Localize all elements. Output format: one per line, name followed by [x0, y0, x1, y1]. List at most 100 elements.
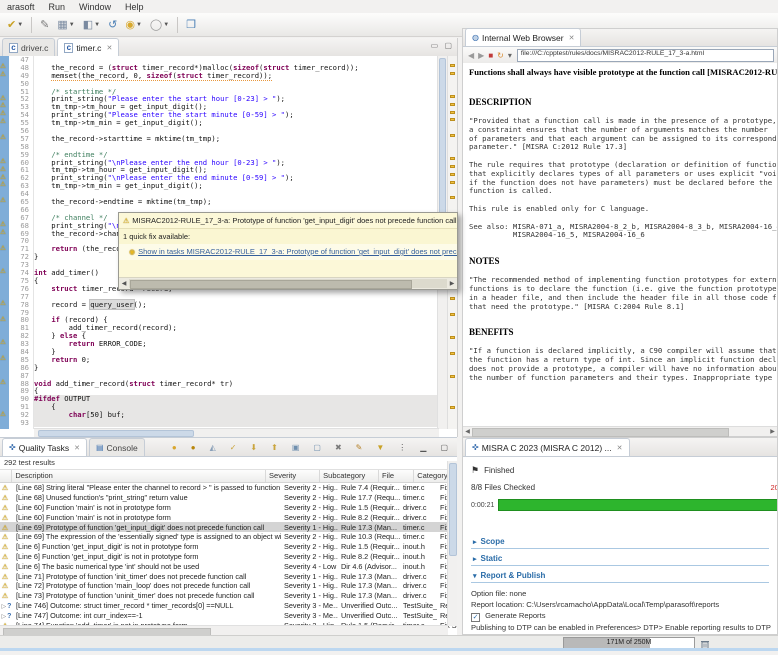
analyze-icon[interactable]: ▦ ▼	[54, 15, 77, 35]
overview-warning-mark[interactable]	[450, 103, 455, 106]
quickfix-icon[interactable]: ✓	[225, 440, 242, 454]
fix-all-icon[interactable]: ●	[186, 440, 201, 454]
code-line[interactable]: memset(the_record, 0, sizeof(struct time…	[34, 70, 437, 81]
scroll-right-icon[interactable]: ▶	[447, 280, 457, 287]
tab-timer-c[interactable]: c timer.c ✕	[57, 38, 120, 56]
task-row[interactable]: ⚠ [Line 71] Prototype of function 'init_t…	[0, 571, 457, 581]
overview-warning-mark[interactable]	[450, 196, 455, 199]
warning-marker-icon[interactable]: ⚠	[0, 71, 6, 79]
tooltip-scrollbar[interactable]: ◀ ▶	[119, 277, 457, 289]
section-static[interactable]: ▸ Static	[471, 552, 769, 566]
code-line[interactable]: char[50] buf;	[34, 411, 437, 419]
overview-warning-mark[interactable]	[450, 72, 455, 75]
code-line[interactable]: void add_timer_record(struct timer_recor…	[34, 379, 437, 388]
warning-marker-icon[interactable]: ⚠	[0, 103, 6, 110]
task-row[interactable]: ⚠ [Line 60] Function 'main' is not in pro…	[0, 503, 457, 513]
fix-icon[interactable]: ◧ ▼	[80, 15, 103, 35]
scroll-right-icon[interactable]: ▶	[768, 428, 777, 435]
warning-marker-icon[interactable]: ⚠	[0, 269, 6, 276]
browser-horizontal-scrollbar[interactable]: ◀ ▶	[463, 426, 777, 437]
menu-item-arasoft[interactable]: arasoft	[0, 2, 42, 12]
expander-icon[interactable]: ▷	[2, 614, 7, 620]
task-row[interactable]: ⚠ [Line 68] String literal "Please enter …	[0, 483, 457, 493]
tab-driver-c[interactable]: c driver.c	[2, 38, 56, 56]
expander-icon[interactable]: ▷	[2, 604, 7, 610]
view-menu-icon[interactable]: ⋮	[393, 440, 411, 454]
task-row[interactable]: ▷? [Line 747] Outcome: int curr_index==-1…	[0, 610, 457, 620]
warning-marker-icon[interactable]: ⚠	[0, 198, 6, 205]
warning-marker-icon[interactable]: ⚠	[0, 134, 6, 142]
warning-marker-icon[interactable]: ⚠	[0, 63, 6, 71]
suppress-task-icon[interactable]: ◭	[205, 440, 221, 454]
editor-minmax-icons[interactable]: ▭ ▢	[431, 41, 454, 50]
warning-marker-icon[interactable]: ⚠	[0, 111, 6, 118]
url-field[interactable]: file:///C:/cpptest/rules/docs/MISRAC2012…	[516, 49, 774, 62]
tasks-vertical-scrollbar[interactable]	[447, 461, 457, 626]
code-line[interactable]: add_timer_record(record);	[34, 324, 437, 332]
overview-warning-mark[interactable]	[450, 375, 455, 378]
maximize-icon[interactable]: ▢	[435, 440, 453, 454]
overview-warning-mark[interactable]	[450, 181, 455, 184]
run-icon[interactable]: ◉ ▼	[122, 15, 145, 35]
test-config-icon[interactable]: ✔ ▼	[4, 15, 26, 35]
forward-icon[interactable]: ▶	[478, 51, 484, 60]
close-icon[interactable]: ✕	[617, 444, 623, 452]
open-perspective-icon[interactable]: ❒	[183, 15, 199, 35]
task-row[interactable]: ▷? [Line 746] Outcome: struct timer_recor…	[0, 601, 457, 611]
unlink-icon[interactable]: ▢	[308, 440, 326, 454]
dropdown-icon[interactable]: ▾	[508, 51, 512, 60]
warning-marker-icon[interactable]: ⚠	[0, 158, 6, 166]
code-line[interactable]: }	[34, 363, 437, 372]
task-row[interactable]: ⚠ [Line 68] Unused function's "print_stri…	[0, 493, 457, 503]
refresh-icon[interactable]: ↻	[497, 51, 504, 60]
editor-horizontal-scrollbar[interactable]	[34, 428, 439, 437]
minimize-icon[interactable]: ▁	[415, 440, 431, 454]
code-line[interactable]	[34, 418, 437, 427]
task-row[interactable]: ⚠ [Line 69] The expression of the 'essent…	[0, 532, 457, 542]
code-line[interactable]: {	[34, 387, 437, 395]
warning-marker-icon[interactable]: ⚠	[0, 119, 6, 126]
task-row[interactable]: ⚠ [Line 6] The basic numerical type 'int'…	[0, 561, 457, 571]
code-line[interactable]: tm_tmp->tm_min = get_input_digit();	[34, 182, 437, 190]
overview-warning-mark[interactable]	[450, 336, 455, 339]
save-icon[interactable]: ✎	[37, 15, 52, 35]
warning-marker-icon[interactable]: ⚠	[0, 245, 6, 253]
browser-content[interactable]: Functions shall always have visible prot…	[463, 63, 777, 427]
warning-marker-icon[interactable]: ⚠	[0, 379, 6, 387]
overview-warning-mark[interactable]	[450, 406, 455, 409]
overview-warning-mark[interactable]	[450, 134, 455, 137]
tab-misra-c-2023[interactable]: ✜ MISRA C 2023 (MISRA C 2012) ... ✕	[465, 438, 630, 456]
task-row[interactable]: ⚠ [Line 69] Prototype of function 'get_in…	[0, 522, 457, 532]
menu-item-window[interactable]: Window	[72, 2, 118, 12]
task-row[interactable]: ⚠ [Line 6] Function 'get_input_digit' is …	[0, 552, 457, 562]
code-line[interactable]: tm_tmp->tm_min = get_input_digit();	[34, 119, 437, 127]
edit-icon[interactable]: ✎	[351, 440, 368, 454]
column-header-description[interactable]: Description	[12, 470, 267, 482]
task-row[interactable]: ⚠ [Line 72] Prototype of function 'main_l…	[0, 581, 457, 591]
code-line[interactable]: return 0;	[34, 355, 437, 364]
link-editor-icon[interactable]: ▣	[287, 440, 305, 454]
warning-marker-icon[interactable]: ⚠	[0, 300, 6, 308]
section-report-publish[interactable]: ▾ Report & Publish	[471, 569, 769, 583]
fix-task-icon[interactable]: ●	[167, 440, 182, 454]
task-row[interactable]: ⚠ [Line 60] Function 'main' is not in pro…	[0, 512, 457, 522]
warning-marker-icon[interactable]: ⚠	[0, 356, 6, 363]
column-header-severity[interactable]: Severity	[266, 470, 321, 482]
close-icon[interactable]: ✕	[106, 44, 112, 52]
overview-warning-mark[interactable]	[450, 111, 455, 114]
generate-reports-checkbox[interactable]: ✓	[471, 613, 480, 622]
overview-warning-mark[interactable]	[450, 313, 455, 316]
section-scope[interactable]: ▸ Scope	[471, 535, 769, 549]
warning-marker-icon[interactable]: ⚠	[0, 411, 6, 419]
column-header-file[interactable]: File	[379, 470, 415, 482]
tab-console[interactable]: ▤ Console	[88, 438, 145, 456]
task-row[interactable]: ⚠ [Line 6] Function 'get_input_digit' is …	[0, 542, 457, 552]
code-line[interactable]: return ERROR_CODE;	[34, 340, 437, 348]
close-icon[interactable]: ✕	[74, 444, 80, 452]
overview-warning-mark[interactable]	[450, 157, 455, 160]
warning-marker-icon[interactable]: ⚠	[0, 221, 6, 229]
warning-marker-icon[interactable]: ⚠	[0, 316, 6, 324]
warning-marker-icon[interactable]: ⚠	[0, 229, 6, 237]
export-icon[interactable]: ⬆	[266, 440, 283, 454]
warning-marker-icon[interactable]: ⚠	[0, 340, 6, 347]
